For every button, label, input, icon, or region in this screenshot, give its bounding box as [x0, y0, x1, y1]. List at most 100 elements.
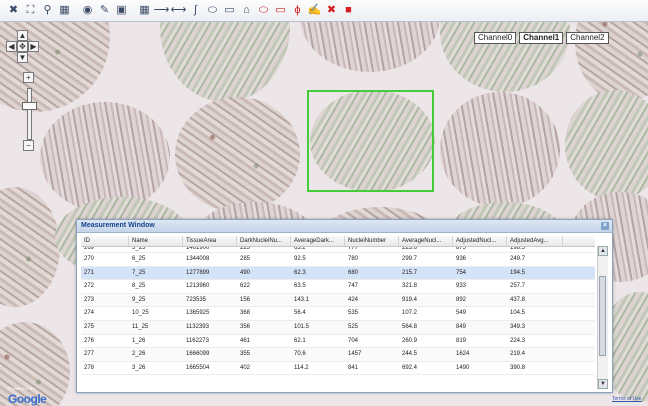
table-cell: 62.3: [294, 269, 306, 276]
rectangle-shape-icon[interactable]: ▭: [273, 3, 288, 18]
channel-selector: Channel0 Channel1 Channel2: [474, 32, 609, 44]
table-cell: 549: [456, 310, 467, 317]
table-cell: 819: [456, 337, 467, 344]
table-cell: 402: [240, 364, 251, 371]
table-cell: 355: [240, 351, 251, 358]
tissue-core: [175, 97, 300, 212]
table-row[interactable]: 277 2_26 1666099 355 70.6 1457 244.5 1624 219.4: [81, 348, 595, 362]
delete-icon[interactable]: ✖: [324, 3, 339, 18]
table-row[interactable]: 270 6_25 1344008 285 92.5 780 299.7 936 249.7: [81, 253, 595, 267]
column-header[interactable]: DarkNucleiNu...: [237, 236, 291, 246]
line-icon[interactable]: ⟶: [154, 3, 170, 18]
table-cell: 424: [348, 296, 359, 303]
table-cell: 6_25: [132, 256, 146, 262]
zoom-out-button[interactable]: −: [23, 140, 34, 151]
channel1-button[interactable]: Channel1: [519, 32, 564, 44]
table-cell: 692.4: [402, 364, 418, 371]
table-scrollbar[interactable]: ▲ ▼: [597, 246, 608, 389]
scrollbar-thumb[interactable]: [599, 276, 606, 356]
table-cell: 919.4: [402, 296, 418, 303]
pan-left-button[interactable]: ◀: [6, 41, 17, 52]
table-cell: 8_25: [132, 283, 146, 290]
scroll-down-icon[interactable]: ▼: [598, 379, 608, 389]
table-cell: 215.7: [402, 269, 418, 276]
lasso-icon[interactable]: ϕ: [290, 3, 305, 18]
table-cell: 156: [240, 296, 251, 303]
table-cell: 849: [456, 323, 467, 330]
table-row[interactable]: 272 8_25 1213960 622 63.5 747 321.8 933 257.7: [81, 280, 595, 294]
ellipse-icon[interactable]: ⬭: [205, 3, 220, 18]
measurement-window-title: Measurement Window: [81, 222, 155, 229]
pan-right-button[interactable]: ▶: [28, 41, 39, 52]
table-cell: 723535: [186, 296, 207, 303]
stop-icon[interactable]: ■: [341, 3, 356, 18]
toolbar: ✖ ⛶ ⚲ ▦ ◉ ✎ ▣ ▦ ⟶ ⟷ ∫ ⬭ ▭ ⌂ ⬭ ▭ ϕ ✍ ✖ ■: [0, 0, 648, 22]
table-row[interactable]: 276 1_26 1162273 461 62.1 704 260.9 819 224.3: [81, 335, 595, 349]
table-cell: 11_25: [132, 323, 149, 330]
column-header[interactable]: AdjustedAvg...: [507, 236, 563, 246]
column-header[interactable]: Name: [129, 236, 183, 246]
table-row[interactable]: 275 11_25 1132393 356 101.5 525 564.8 849 349.3: [81, 320, 595, 335]
view-icon[interactable]: ◉: [80, 3, 95, 18]
table-cell: 143.1: [294, 296, 310, 303]
channel2-button[interactable]: Channel2: [566, 32, 609, 44]
map-icon[interactable]: ▦: [57, 3, 72, 18]
tools-icon[interactable]: ✖: [6, 3, 21, 18]
table-cell: 1344008: [186, 256, 210, 262]
column-header[interactable]: AdjustedNucl...: [453, 236, 507, 246]
table-cell: 107.2: [402, 310, 418, 317]
scroll-up-icon[interactable]: ▲: [598, 246, 608, 256]
table-cell: 437.8: [510, 296, 526, 303]
measurement-window-title-bar[interactable]: Measurement Window ×: [77, 220, 612, 233]
ellipse-shape-icon[interactable]: ⬭: [256, 3, 271, 18]
close-icon[interactable]: ×: [601, 222, 609, 230]
pan-down-button[interactable]: ▼: [17, 52, 28, 63]
measure-icon[interactable]: ⟷: [171, 3, 187, 18]
table-row[interactable]: 274 10_25 1365925 368 56.4 535 107.2 549 104.5: [81, 307, 595, 321]
table-cell: 285: [240, 256, 251, 262]
zoom-in-button[interactable]: +: [23, 72, 34, 83]
grid-icon[interactable]: ▦: [137, 3, 152, 18]
channel0-button[interactable]: Channel0: [474, 32, 517, 44]
table-cell: 70.6: [294, 351, 306, 358]
polygon-icon[interactable]: ⌂: [239, 3, 254, 18]
zoom-slider-knob[interactable]: [22, 102, 37, 110]
table-row[interactable]: 271 7_25 1277899 490 62.3 680 215.7 754 194.5: [81, 266, 595, 281]
column-header[interactable]: ID: [81, 236, 129, 246]
table-cell: 892: [456, 296, 467, 303]
pan-icon[interactable]: ⛶: [23, 3, 38, 18]
selection-rectangle[interactable]: [307, 90, 434, 192]
table-cell: 224.3: [510, 337, 526, 344]
table-cell: 933: [456, 283, 467, 290]
table-cell: 780: [348, 256, 359, 262]
zoom-icon[interactable]: ⚲: [40, 3, 55, 18]
column-header[interactable]: AverageNucl...: [399, 236, 453, 246]
zoom-slider-track[interactable]: [27, 88, 32, 140]
annotation-icon[interactable]: ✍: [307, 3, 322, 18]
table-row[interactable]: 278 3_26 1665504 402 114.2 841 692.4 1490 390.8: [81, 362, 595, 376]
terms-link[interactable]: Terms of Use: [612, 396, 641, 402]
tissue-core: [300, 22, 440, 72]
rectangle-icon[interactable]: ▭: [222, 3, 237, 18]
google-logo[interactable]: Google: [8, 392, 47, 406]
table-cell: 1213960: [186, 283, 210, 290]
column-header[interactable]: AverageDark...: [291, 236, 345, 246]
save-icon[interactable]: ▣: [114, 3, 129, 18]
edit-icon[interactable]: ✎: [97, 3, 112, 18]
table-header: ID Name TissueArea DarkNucleiNu... Avera…: [81, 236, 595, 247]
tissue-core: [565, 90, 648, 200]
table-row[interactable]: 273 9_25 723535 156 143.1 424 919.4 892 437.8: [81, 293, 595, 308]
table-cell: 274: [84, 310, 95, 317]
powered-by-text: POWERED BY: [8, 386, 36, 391]
column-header[interactable]: NucleiNumber: [345, 236, 399, 246]
pan-center-button[interactable]: ✥: [17, 41, 28, 52]
table-cell: 56.4: [294, 310, 306, 317]
table-cell: 63.5: [294, 283, 306, 290]
table-cell: 1_26: [132, 337, 146, 344]
column-header[interactable]: TissueArea: [183, 236, 237, 246]
table-cell: 271: [84, 269, 95, 276]
measurement-table: ID Name TissueArea DarkNucleiNu... Avera…: [81, 236, 595, 388]
path-icon[interactable]: ∫: [188, 3, 203, 18]
table-cell: 321.8: [402, 283, 418, 290]
pan-up-button[interactable]: ▲: [17, 30, 28, 41]
